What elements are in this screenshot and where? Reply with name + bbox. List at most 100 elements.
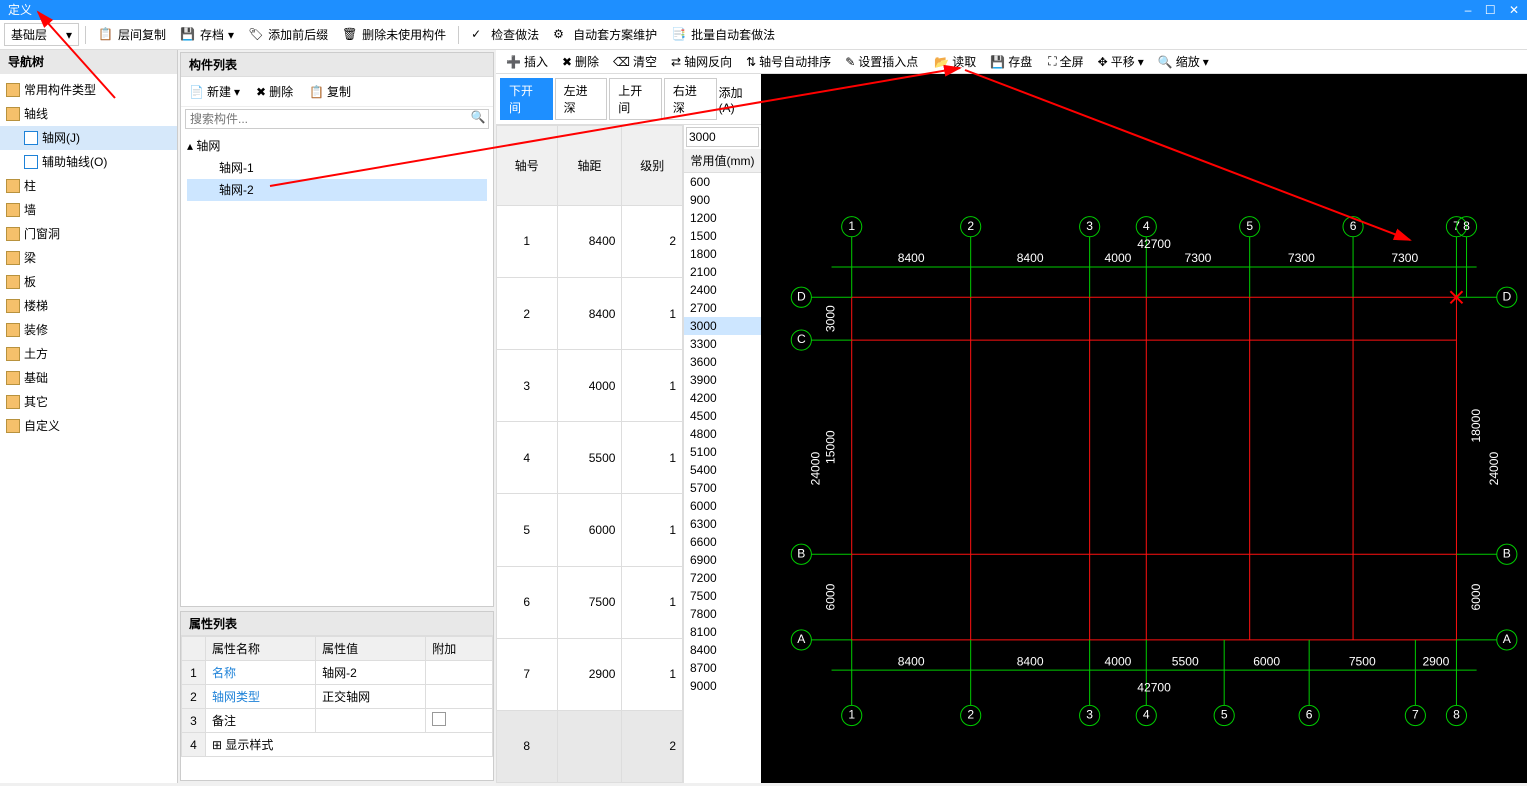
archive-button[interactable]: 💾存档▾ xyxy=(174,24,240,45)
axis-num[interactable]: 1 xyxy=(497,205,558,277)
commonval-item[interactable]: 3000 xyxy=(684,317,761,335)
axis-dist[interactable]: 2900 xyxy=(557,638,622,710)
commonval-item[interactable]: 8700 xyxy=(684,659,761,677)
fullscreen-button[interactable]: ⛶全屏 xyxy=(1042,51,1089,72)
commonval-item[interactable]: 4800 xyxy=(684,425,761,443)
commonval-item[interactable]: 5400 xyxy=(684,461,761,479)
del-comp-button[interactable]: ✖删除 xyxy=(252,81,297,102)
copy-comp-button[interactable]: 📋复制 xyxy=(305,81,355,102)
commonval-item[interactable]: 2100 xyxy=(684,263,761,281)
del-unused-button[interactable]: 🗑删除未使用构件 xyxy=(336,24,452,45)
commonval-item[interactable]: 8100 xyxy=(684,623,761,641)
commonval-item[interactable]: 9000 xyxy=(684,677,761,695)
new-button[interactable]: 📄新建▾ xyxy=(185,81,244,102)
nav-beam[interactable]: 梁 xyxy=(0,246,177,270)
axis-dist[interactable]: 8400 xyxy=(557,277,622,349)
close-button[interactable]: ✕ xyxy=(1509,3,1519,17)
axis-level[interactable]: 1 xyxy=(622,638,683,710)
search-icon[interactable]: 🔍 xyxy=(468,110,488,128)
nav-axis[interactable]: 轴线 xyxy=(0,102,177,126)
nav-decor[interactable]: 装修 xyxy=(0,318,177,342)
prop-value[interactable]: 轴网-2 xyxy=(316,661,426,685)
commonval-item[interactable]: 7800 xyxy=(684,605,761,623)
nav-earth[interactable]: 土方 xyxy=(0,342,177,366)
axis-level[interactable]: 1 xyxy=(622,566,683,638)
insert-button[interactable]: ➕插入 xyxy=(500,51,554,72)
del2-button[interactable]: ✖删除 xyxy=(556,51,605,72)
prop-value[interactable]: 正交轴网 xyxy=(316,685,426,709)
nav-axisnet[interactable]: 轴网(J) xyxy=(0,126,177,150)
axis-level[interactable]: 1 xyxy=(622,350,683,422)
axis-level[interactable]: 1 xyxy=(622,422,683,494)
layer-copy-button[interactable]: 📋层间复制 xyxy=(92,24,172,45)
commonval-item[interactable]: 900 xyxy=(684,191,761,209)
axis-num[interactable]: 4 xyxy=(497,422,558,494)
commonval-item[interactable]: 2700 xyxy=(684,299,761,317)
axis-dist[interactable] xyxy=(557,710,622,782)
nav-custom[interactable]: 自定义 xyxy=(0,414,177,438)
add-button[interactable]: 添加(A) xyxy=(719,84,757,115)
tab-right[interactable]: 右进深 xyxy=(664,78,717,120)
nav-door[interactable]: 门窗洞 xyxy=(0,222,177,246)
commonval-item[interactable]: 7200 xyxy=(684,569,761,587)
nav-other[interactable]: 其它 xyxy=(0,390,177,414)
axis-dist[interactable]: 5500 xyxy=(557,422,622,494)
prop-value[interactable] xyxy=(316,709,426,733)
commonval-item[interactable]: 5100 xyxy=(684,443,761,461)
autosort-button[interactable]: ⇅轴号自动排序 xyxy=(740,51,837,72)
axis-level[interactable]: 1 xyxy=(622,277,683,349)
commonval-item[interactable]: 4200 xyxy=(684,389,761,407)
save2-button[interactable]: 💾存盘 xyxy=(984,51,1038,72)
axis-num[interactable]: 5 xyxy=(497,494,558,566)
axis-level[interactable]: 2 xyxy=(622,710,683,782)
tree-item-2[interactable]: 轴网-2 xyxy=(187,179,487,201)
layer-select[interactable]: 基础层▾ xyxy=(4,23,79,46)
commonval-item[interactable]: 3900 xyxy=(684,371,761,389)
clear-button[interactable]: ⌫清空 xyxy=(607,51,663,72)
nav-col[interactable]: 柱 xyxy=(0,174,177,198)
nav-wall[interactable]: 墙 xyxy=(0,198,177,222)
autoprac-button[interactable]: ⚙自动套方案维护 xyxy=(547,24,663,45)
tab-left[interactable]: 左进深 xyxy=(555,78,608,120)
axis-num[interactable]: 3 xyxy=(497,350,558,422)
tab-top[interactable]: 上开间 xyxy=(609,78,662,120)
commonval-item[interactable]: 1800 xyxy=(684,245,761,263)
drawing-canvas[interactable]: 1234567884008400400073007300730042700123… xyxy=(761,74,1527,783)
axis-num[interactable]: 6 xyxy=(497,566,558,638)
commonval-item[interactable]: 5700 xyxy=(684,479,761,497)
nav-found[interactable]: 基础 xyxy=(0,366,177,390)
nav-auxaxis[interactable]: 辅助轴线(O) xyxy=(0,150,177,174)
prefix-button[interactable]: 🏷添加前后缀 xyxy=(242,24,334,45)
commonval-item[interactable]: 4500 xyxy=(684,407,761,425)
commonval-item[interactable]: 3300 xyxy=(684,335,761,353)
axis-dist[interactable]: 8400 xyxy=(557,205,622,277)
axis-level[interactable]: 2 xyxy=(622,205,683,277)
nav-common[interactable]: 常用构件类型 xyxy=(0,78,177,102)
batch-button[interactable]: 📑批量自动套做法 xyxy=(665,24,781,45)
nav-slab[interactable]: 板 xyxy=(0,270,177,294)
pan-button[interactable]: ✥平移▾ xyxy=(1092,51,1150,72)
commonval-item[interactable]: 1500 xyxy=(684,227,761,245)
axis-num[interactable]: 8 xyxy=(497,710,558,782)
commonval-item[interactable]: 8400 xyxy=(684,641,761,659)
commonval-item[interactable]: 600 xyxy=(684,173,761,191)
axis-dist[interactable]: 7500 xyxy=(557,566,622,638)
commonval-item[interactable]: 6600 xyxy=(684,533,761,551)
value-input[interactable] xyxy=(686,127,759,147)
read-button[interactable]: 📂读取 xyxy=(928,51,982,72)
commonval-item[interactable]: 1200 xyxy=(684,209,761,227)
commonval-item[interactable]: 6900 xyxy=(684,551,761,569)
axis-num[interactable]: 7 xyxy=(497,638,558,710)
search-input[interactable] xyxy=(186,110,468,128)
checkbox[interactable] xyxy=(432,712,446,726)
commonval-item[interactable]: 6300 xyxy=(684,515,761,533)
commonval-item[interactable]: 2400 xyxy=(684,281,761,299)
tab-bottom[interactable]: 下开间 xyxy=(500,78,553,120)
check-button[interactable]: ✓检查做法 xyxy=(465,24,545,45)
prop-style[interactable]: 显示样式 xyxy=(225,738,273,752)
maximize-button[interactable]: ☐ xyxy=(1485,3,1496,17)
axis-num[interactable]: 2 xyxy=(497,277,558,349)
nav-stair[interactable]: 楼梯 xyxy=(0,294,177,318)
axis-dist[interactable]: 4000 xyxy=(557,350,622,422)
expand-icon[interactable]: ⊞ xyxy=(212,738,222,752)
